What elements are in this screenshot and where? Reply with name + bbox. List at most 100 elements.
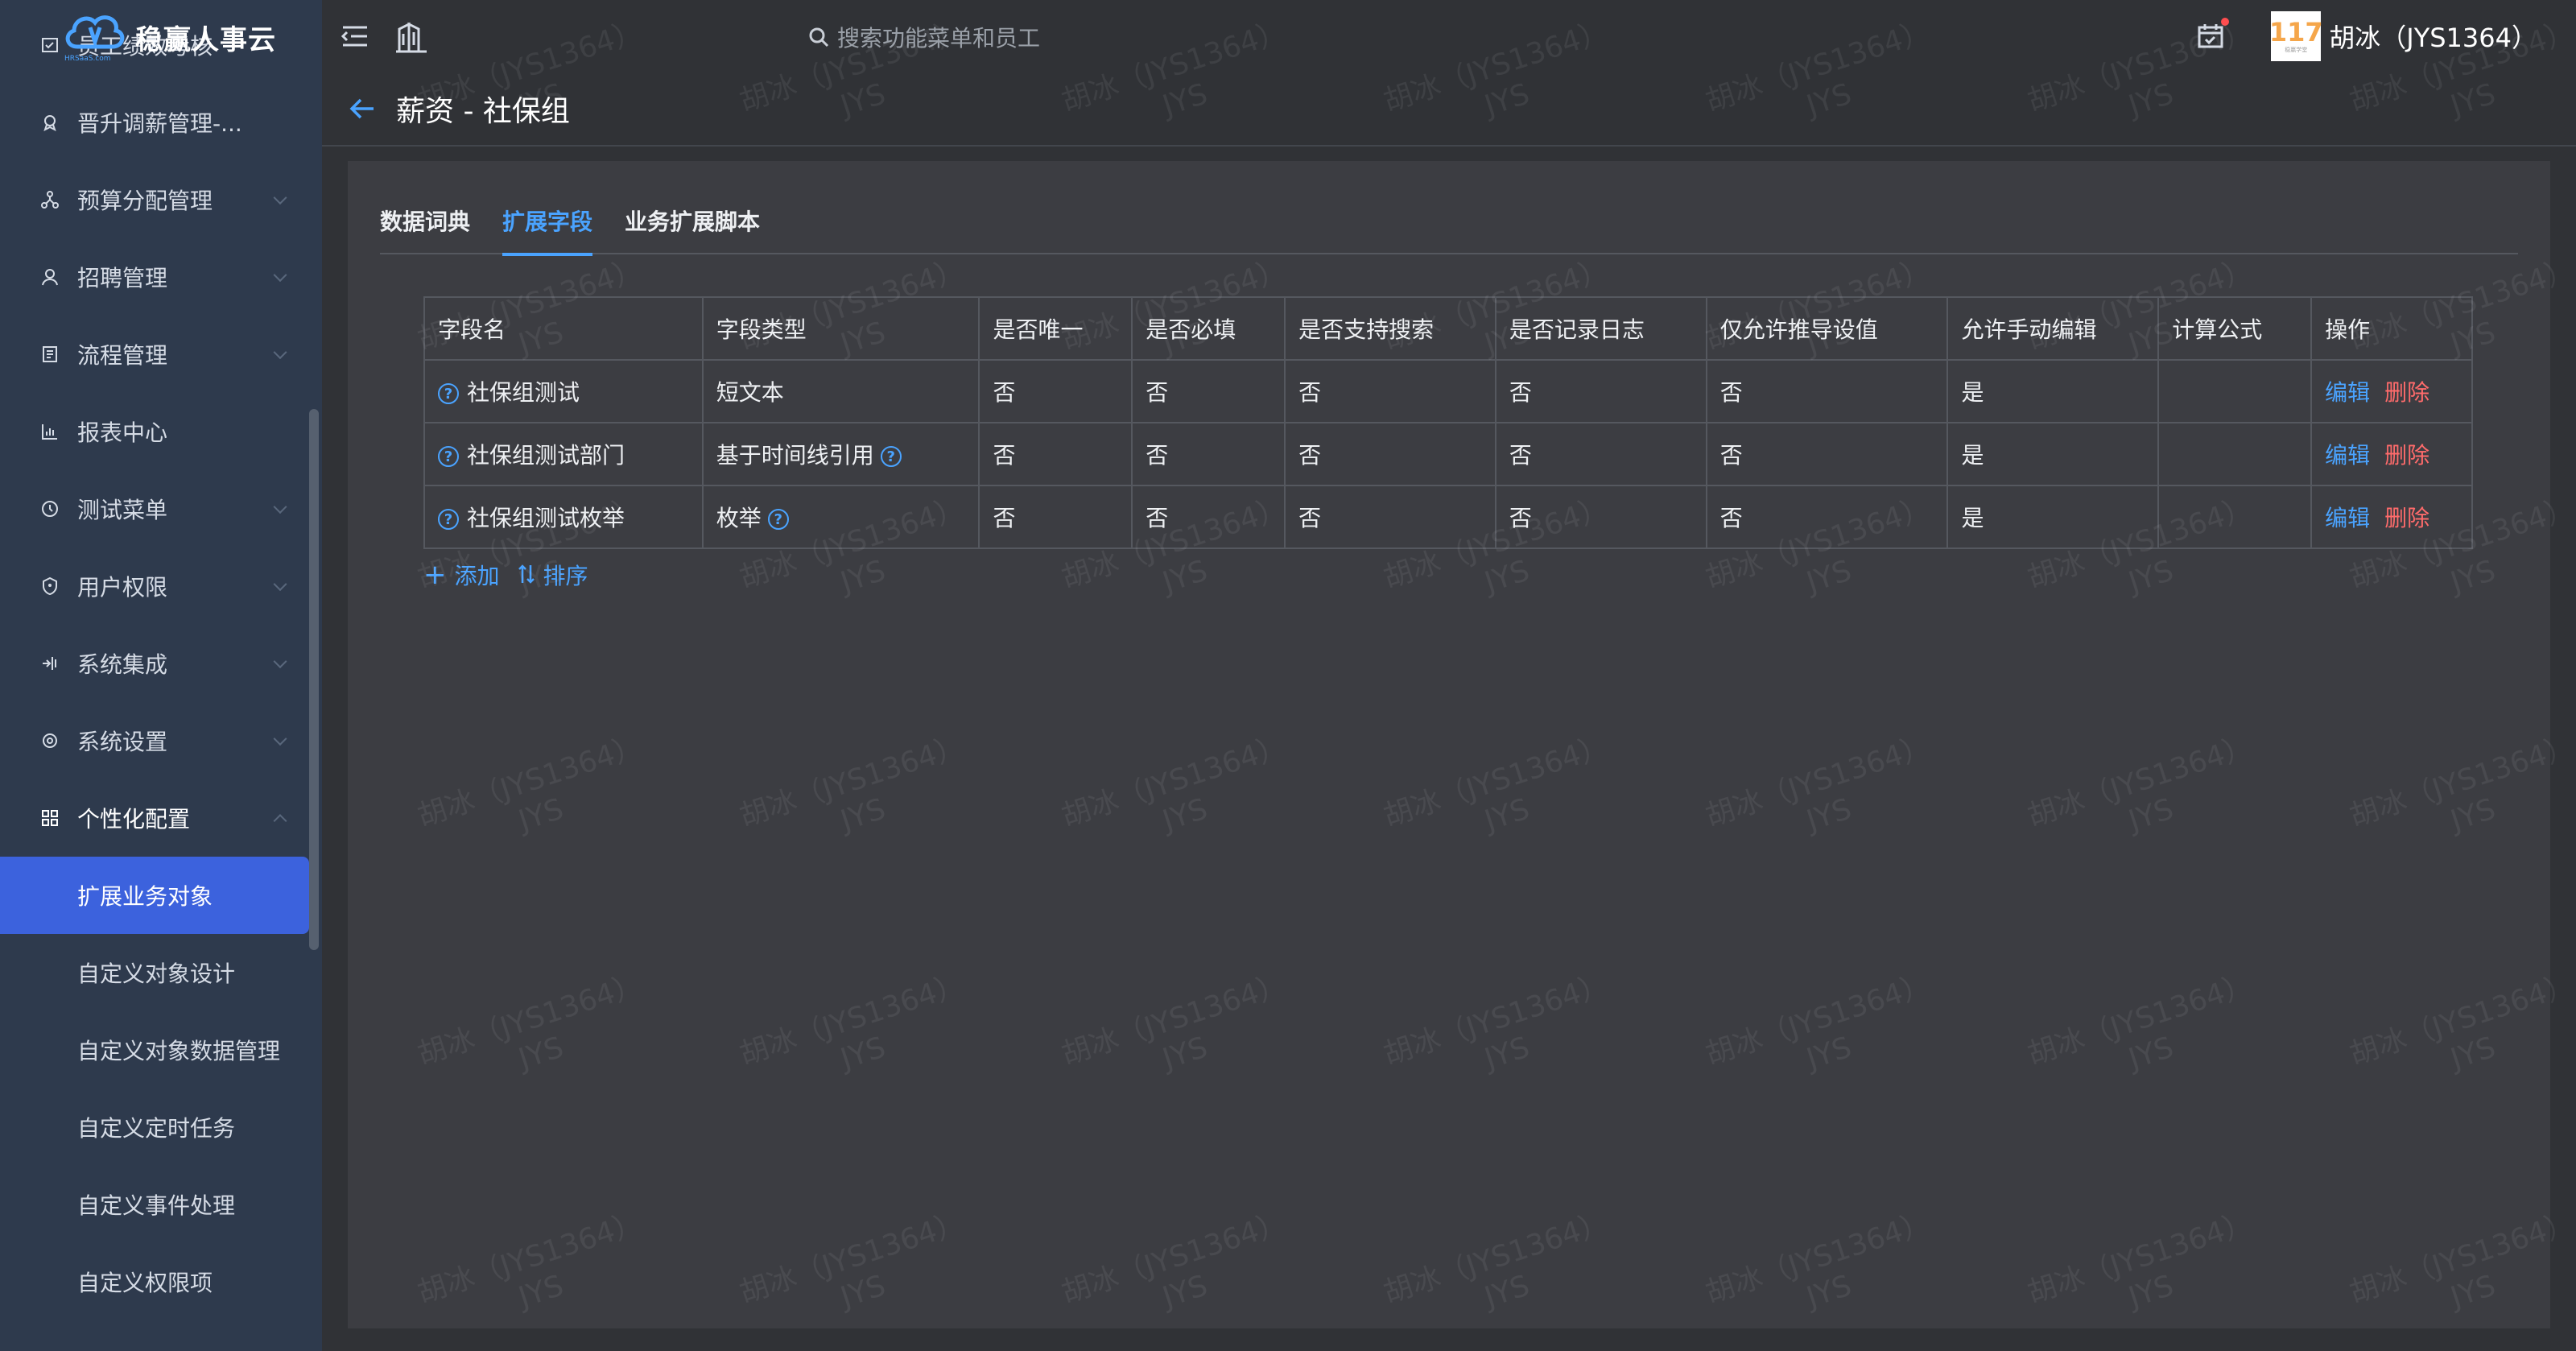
tab-bar: 数据词典 扩展字段 业务扩展脚本 [380,196,2518,256]
avatar[interactable]: 117 稳赢学堂 [2268,11,2323,61]
table-row: ? 社保组测试部门 基于时间线引用? 否 否 否 否 否 是 编辑 删除 [423,422,2473,486]
plug-icon [39,652,61,675]
sidebar-subitem-custom-permission[interactable]: 自定义权限项 [0,1243,309,1320]
grid-icon [39,807,61,829]
unique-value: 否 [978,485,1133,549]
sidebar-subitem-custom-scheduled-task[interactable]: 自定义定时任务 [0,1089,309,1166]
derived-only-value: 否 [1705,359,1949,423]
global-search[interactable]: 搜索功能菜单和员工 [808,21,1040,53]
sidebar-subitem-custom-object-design[interactable]: 自定义对象设计 [0,934,309,1011]
user-name[interactable]: 胡冰（JYS1364） [2329,18,2537,55]
required-value: 否 [1131,422,1286,486]
plus-icon: + [423,559,447,591]
sidebar-item-label: 个性化配置 [77,806,191,832]
column-header: 操作 [2310,296,2473,361]
sidebar-item-label: 招聘管理 [77,265,168,291]
sidebar-group-personalization[interactable]: 个性化配置 [0,779,309,857]
column-header: 是否唯一 [978,296,1133,361]
field-name-cell: ? 社保组测试枚举 [423,485,704,549]
sidebar-item-reports[interactable]: 报表中心 [0,393,309,470]
row-actions: 编辑 删除 [2310,485,2473,549]
award-icon [39,111,61,134]
sidebar-item-permissions[interactable]: 用户权限 [0,547,309,625]
tab-data-dictionary[interactable]: 数据词典 [380,196,470,254]
person-icon [39,266,61,288]
sidebar-item-label: 系统集成 [77,651,168,678]
sidebar-subitem-label: 自定义权限项 [77,1270,213,1296]
column-header: 允许手动编辑 [1946,296,2160,361]
chevron-down-icon [273,268,287,283]
chevron-up-icon [273,814,287,828]
add-field-button[interactable]: + 添加 [423,559,500,591]
sidebar-scrollbar[interactable] [309,409,319,950]
extension-fields-table: 字段名 字段类型 是否唯一 是否必填 是否支持搜索 是否记录日志 仅允许推导设值… [423,296,2473,549]
sidebar-subitem-custom-object-data[interactable]: 自定义对象数据管理 [0,1011,309,1089]
table-row: ? 社保组测试枚举 枚举? 否 否 否 否 否 是 编辑 删除 [423,485,2473,549]
sidebar-subitem-custom-event[interactable]: 自定义事件处理 [0,1166,309,1243]
sort-fields-button[interactable]: 排序 [518,559,588,591]
back-arrow-icon[interactable] [346,93,378,125]
brand-logo[interactable]: HRSaaS.com 稳赢人事云 [61,10,276,64]
sidebar-item-label: 用户权限 [77,574,168,601]
avatar-caption: 稳赢学堂 [2285,47,2308,53]
sidebar-subitem-label: 自定义定时任务 [77,1115,236,1142]
sidebar-subitem-label: 自定义事件处理 [77,1192,236,1219]
chevron-down-icon [273,345,287,360]
table-header-row: 字段名 字段类型 是否唯一 是否必填 是否支持搜索 是否记录日志 仅允许推导设值… [423,296,2473,361]
field-name-cell: ? 社保组测试 [423,359,704,423]
tab-extension-fields[interactable]: 扩展字段 [502,196,593,256]
field-name: 社保组测试枚举 [467,505,625,531]
field-type-cell: 枚举? [701,485,980,549]
field-type: 枚举 [716,505,762,531]
field-name-cell: ? 社保组测试部门 [423,422,704,486]
avatar-number: 117 [2268,17,2323,48]
sidebar-subitem-extend-business-object[interactable]: 扩展业务对象 [0,857,309,934]
document-icon [39,343,61,366]
edit-link[interactable]: 编辑 [2325,505,2370,531]
sidebar-item-budget[interactable]: 预算分配管理 [0,161,309,238]
sidebar-item-test-menu[interactable]: 测试菜单 [0,470,309,547]
sidebar-item-promotion[interactable]: 晋升调薪管理-... [0,84,309,161]
help-icon[interactable]: ? [438,383,459,404]
calendar-icon[interactable] [2197,18,2230,50]
brand-sub: HRSaaS.com [64,55,111,63]
help-icon[interactable]: ? [767,509,789,530]
column-header: 计算公式 [2157,296,2313,361]
shield-icon [39,575,61,597]
field-name: 社保组测试部门 [467,442,625,469]
main-content: 数据词典 扩展字段 业务扩展脚本 字段名 字段类型 是否唯一 是否必填 是否支持… [348,161,2550,1328]
manual-edit-value: 是 [1946,359,2160,423]
unique-value: 否 [978,359,1133,423]
sidebar-item-settings[interactable]: 系统设置 [0,702,309,779]
sidebar-subitem-label: 扩展业务对象 [77,883,213,910]
topbar: 搜索功能菜单和员工 117 稳赢学堂 胡冰（JYS1364） [322,0,2576,72]
logged-value: 否 [1494,359,1707,423]
clock-icon [39,498,61,520]
search-icon [809,27,829,48]
sidebar-item-label: 测试菜单 [77,497,168,523]
menu-collapse-icon[interactable] [336,18,374,55]
field-type: 短文本 [701,359,980,423]
sidebar-item-recruit[interactable]: 招聘管理 [0,238,309,316]
column-header: 是否记录日志 [1494,296,1707,361]
derived-only-value: 否 [1705,422,1949,486]
sidebar-item-label: 晋升调薪管理-... [77,110,242,137]
chart-icon [39,420,61,443]
edit-link[interactable]: 编辑 [2325,442,2370,469]
add-label: 添加 [454,563,500,589]
sidebar-item-integration[interactable]: 系统集成 [0,625,309,702]
delete-link[interactable]: 删除 [2384,379,2429,406]
page-title: 薪资 - 社保组 [396,95,570,128]
delete-link[interactable]: 删除 [2384,442,2429,469]
tab-business-script[interactable]: 业务扩展脚本 [625,196,760,254]
delete-link[interactable]: 删除 [2384,505,2429,531]
sidebar-item-process[interactable]: 流程管理 [0,316,309,393]
column-header: 仅允许推导设值 [1705,296,1949,361]
building-icon[interactable] [393,18,430,55]
help-icon[interactable]: ? [880,446,902,467]
logged-value: 否 [1494,422,1707,486]
help-icon[interactable]: ? [438,509,459,530]
help-icon[interactable]: ? [438,446,459,467]
row-actions: 编辑 删除 [2310,422,2473,486]
edit-link[interactable]: 编辑 [2325,379,2370,406]
